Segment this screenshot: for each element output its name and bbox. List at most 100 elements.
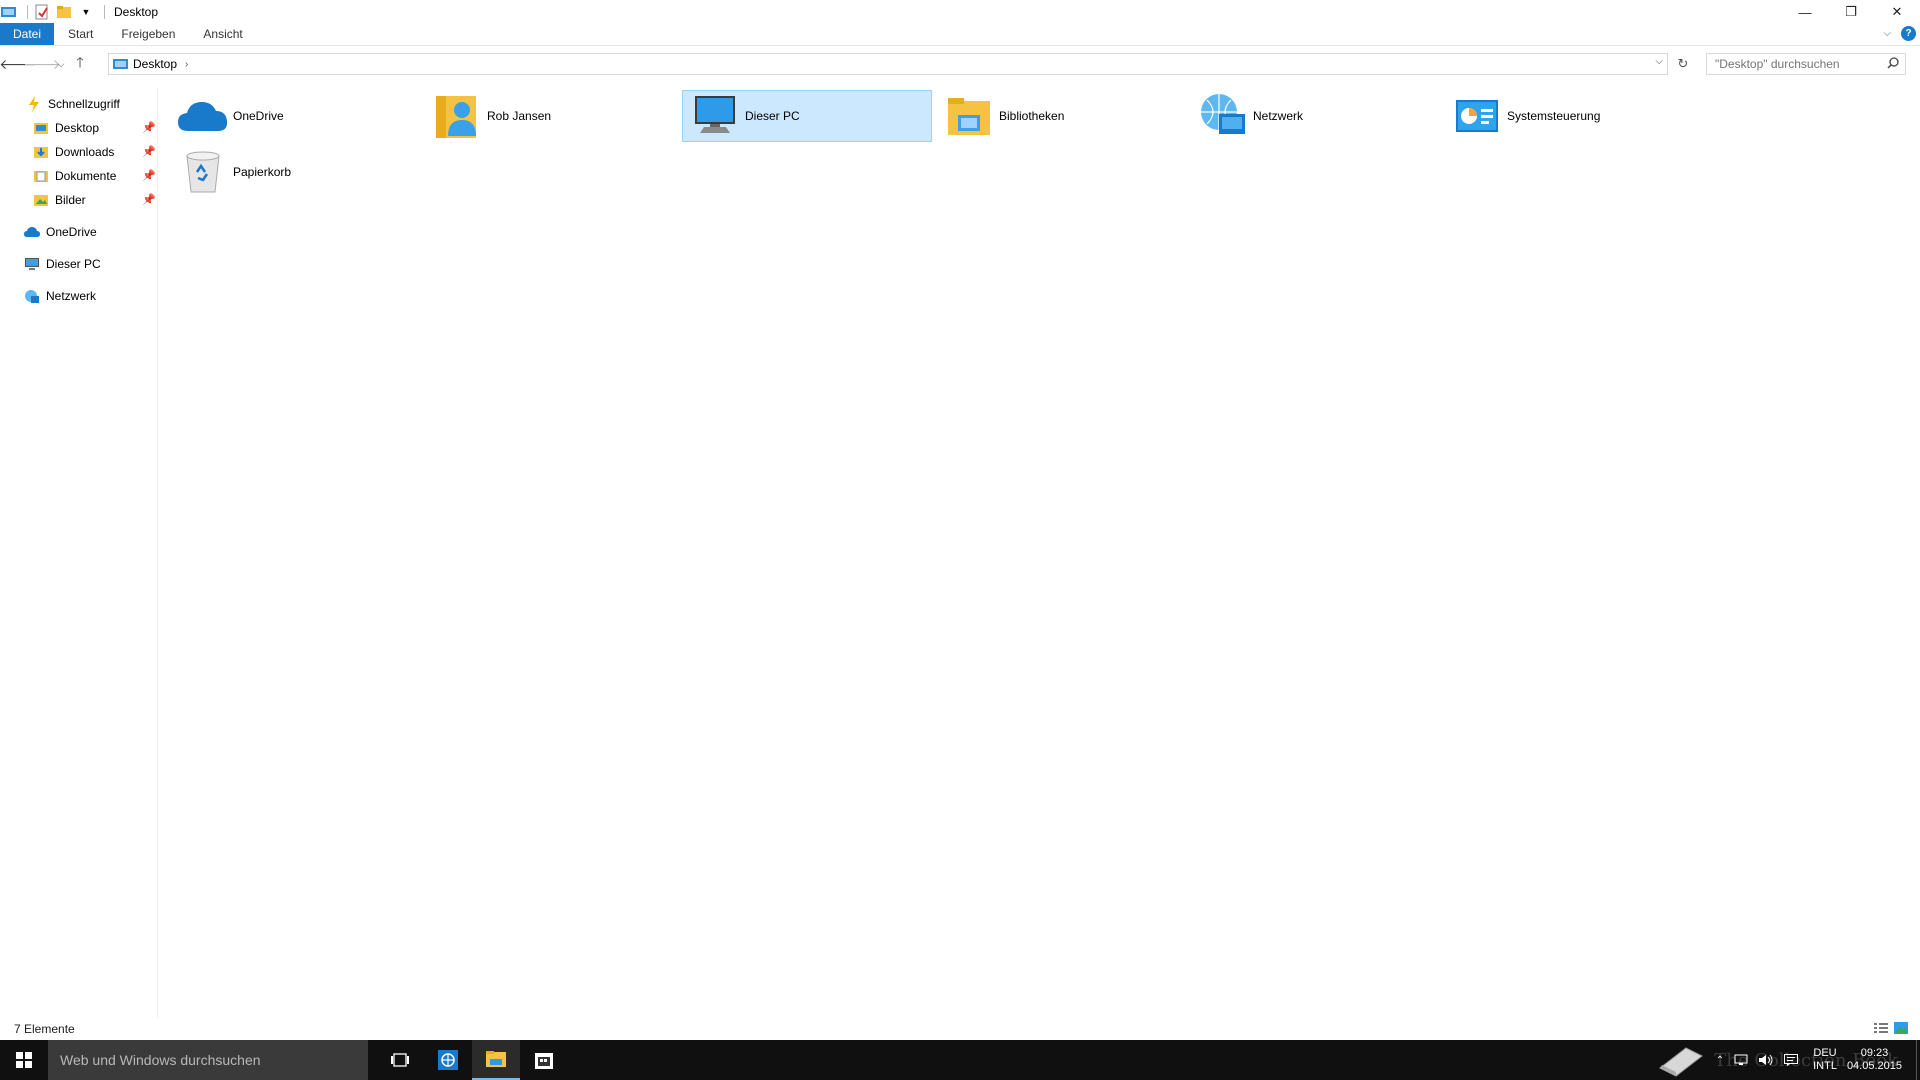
pictures-folder-icon	[33, 192, 49, 208]
explorer-window-icon[interactable]	[0, 4, 18, 20]
show-desktop-button[interactable]	[1916, 1040, 1920, 1080]
nav-label: Dieser PC	[46, 257, 101, 271]
desktop-folder-icon	[33, 120, 49, 136]
tab-start[interactable]: Start	[54, 23, 107, 45]
nav-quick-access[interactable]: Schnellzugriff	[26, 94, 120, 114]
ribbon-tabs: Datei Start Freigeben Ansicht	[0, 23, 1920, 46]
nav-label: Bilder	[55, 193, 86, 207]
task-view-icon	[391, 1053, 409, 1067]
new-folder-icon[interactable]	[55, 4, 73, 20]
recent-locations-button[interactable]: ⌵	[54, 52, 68, 76]
nav-network[interactable]: Netzwerk	[24, 286, 96, 306]
close-button[interactable]: ✕	[1874, 0, 1920, 24]
onedrive-icon	[177, 92, 229, 140]
item-onedrive[interactable]: OneDrive	[170, 90, 420, 142]
taskbar-store[interactable]	[520, 1040, 568, 1080]
taskbar-file-explorer[interactable]	[472, 1040, 520, 1080]
item-control-panel[interactable]: Systemsteuerung	[1444, 90, 1694, 142]
restore-button[interactable]: ❐	[1828, 0, 1874, 24]
nav-documents[interactable]: Dokumente	[33, 166, 116, 186]
browser-icon	[438, 1050, 458, 1070]
nav-label: OneDrive	[46, 225, 97, 239]
details-view-icon[interactable]	[1874, 1022, 1888, 1037]
search-input[interactable]	[1715, 57, 1885, 71]
search-icon[interactable]	[1887, 57, 1899, 72]
documents-folder-icon	[33, 168, 49, 184]
item-label: Bibliotheken	[999, 109, 1065, 123]
help-icon[interactable]: ?	[1901, 26, 1916, 41]
item-label: Rob Jansen	[487, 109, 552, 123]
nav-downloads[interactable]: Downloads	[33, 142, 114, 162]
nav-label: Netzwerk	[46, 289, 97, 303]
up-button[interactable]: 🡑	[68, 52, 92, 76]
taskbar-search[interactable]: Web und Windows durchsuchen	[48, 1040, 368, 1080]
navigation-pane: Schnellzugriff Desktop 📌 Downloads 📌 Dok…	[0, 88, 158, 1018]
pin-icon[interactable]: 📌	[142, 145, 156, 158]
nav-this-pc[interactable]: Dieser PC	[24, 254, 101, 274]
pin-icon[interactable]: 📌	[142, 121, 156, 134]
tab-ansicht[interactable]: Ansicht	[189, 23, 256, 45]
nav-label: Dokumente	[55, 169, 117, 183]
recycle-bin-icon	[177, 148, 229, 196]
ribbon-right: ⌵ ?	[1883, 26, 1916, 41]
item-label: Papierkorb	[233, 165, 292, 179]
item-label: OneDrive	[233, 109, 284, 123]
nav-onedrive[interactable]: OneDrive	[24, 222, 97, 242]
nav-desktop[interactable]: Desktop	[33, 118, 99, 138]
windows-logo-icon	[16, 1052, 32, 1068]
taskbar-browser[interactable]	[424, 1040, 472, 1080]
item-recycle-bin[interactable]: Papierkorb	[170, 146, 420, 198]
refresh-button[interactable]: ↻	[1672, 53, 1694, 75]
breadcrumb-chevron-icon[interactable]: ›	[185, 59, 188, 70]
address-row: 🡐 🡒 ⌵ 🡑 Desktop › ⌵ ↻	[0, 50, 1920, 78]
forward-button[interactable]: 🡒	[23, 52, 61, 76]
chevron-down-icon[interactable]: ▼	[77, 4, 95, 20]
item-libraries[interactable]: Bibliotheken	[936, 90, 1186, 142]
item-this-pc[interactable]: Dieser PC	[682, 90, 932, 142]
task-view-button[interactable]	[376, 1040, 424, 1080]
tab-freigeben[interactable]: Freigeben	[107, 23, 189, 45]
expand-ribbon-icon[interactable]: ⌵	[1883, 28, 1891, 39]
breadcrumb[interactable]: Desktop	[113, 57, 177, 71]
pin-icon[interactable]: 📌	[142, 169, 156, 182]
item-label: Dieser PC	[745, 109, 800, 123]
title-bar: ▼ Desktop — ❐ ✕	[0, 0, 1920, 24]
pin-icon[interactable]: 📌	[142, 193, 156, 206]
store-icon	[535, 1053, 553, 1069]
onedrive-icon	[24, 224, 40, 240]
large-icons-view-icon[interactable]	[1894, 1022, 1908, 1037]
control-panel-icon	[1451, 92, 1503, 140]
properties-icon[interactable]	[33, 4, 51, 20]
book-logo-icon	[1656, 1042, 1706, 1078]
item-label: Systemsteuerung	[1507, 109, 1601, 123]
downloads-folder-icon	[33, 144, 49, 160]
tab-datei[interactable]: Datei	[0, 23, 55, 45]
desktop-icon	[113, 58, 128, 69]
nav-pictures[interactable]: Bilder	[33, 190, 86, 210]
taskbar: Web und Windows durchsuchen The Collecti…	[0, 1040, 1920, 1080]
this-pc-icon	[24, 256, 40, 272]
search-box[interactable]	[1706, 53, 1906, 75]
item-network[interactable]: Netzwerk	[1190, 90, 1440, 142]
address-bar[interactable]: Desktop › ⌵	[108, 53, 1668, 75]
status-bar: 7 Elemente	[0, 1018, 1920, 1040]
nav-label: Downloads	[55, 145, 115, 159]
window-controls: — ❐ ✕	[1782, 0, 1920, 24]
item-rob-jansen[interactable]: Rob Jansen	[424, 90, 674, 142]
network-icon	[24, 288, 40, 304]
breadcrumb-desktop[interactable]: Desktop	[133, 57, 177, 71]
watermark: The Collection Book	[1714, 1050, 1898, 1071]
file-explorer-icon	[486, 1051, 506, 1067]
toolbar-separator	[27, 5, 28, 19]
content-area: OneDrive Rob Jansen Dieser PC Bibliothek…	[170, 88, 1910, 1018]
item-label: Netzwerk	[1253, 109, 1304, 123]
toolbar-separator	[104, 5, 105, 19]
quick-access-toolbar: ▼ Desktop	[0, 0, 158, 24]
start-button[interactable]	[0, 1040, 48, 1080]
this-pc-icon	[689, 92, 741, 140]
quick-access-star-icon	[26, 96, 42, 112]
minimize-button[interactable]: —	[1782, 0, 1828, 24]
address-dropdown-icon[interactable]: ⌵	[1655, 56, 1663, 67]
system-tray: The Collection Book ⌃ DEU INTL 09:23 04.…	[1651, 1040, 1920, 1080]
item-count: 7 Elemente	[14, 1022, 75, 1036]
